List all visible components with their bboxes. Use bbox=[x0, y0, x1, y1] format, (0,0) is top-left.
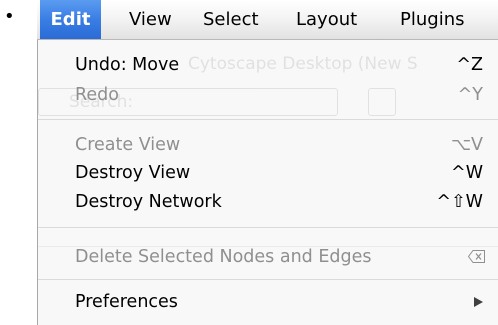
menu-item-label: Delete Selected Nodes and Edges bbox=[75, 247, 372, 267]
menu-item-shortcut: ^Z bbox=[456, 55, 483, 75]
menu-item-label: Preferences bbox=[75, 292, 178, 312]
menu-item-label: Destroy View bbox=[75, 163, 191, 183]
menu-item-label: Create View bbox=[75, 135, 181, 155]
menu-item-preferences[interactable]: Preferences bbox=[38, 289, 498, 315]
menu-plugins[interactable]: Plugins bbox=[400, 0, 464, 39]
menu-separator bbox=[38, 119, 498, 120]
menu-item-label: Destroy Network bbox=[75, 192, 222, 212]
menu-item-shortcut: ^W bbox=[451, 163, 483, 183]
menu-layout[interactable]: Layout bbox=[296, 0, 357, 39]
menu-item-label: Redo bbox=[75, 85, 119, 105]
menu-item-shortcut: ^⇧W bbox=[436, 192, 483, 212]
menu-edit[interactable]: Edit bbox=[40, 0, 101, 39]
menu-item-redo: Redo ^Y bbox=[38, 82, 498, 108]
menu-item-shortcut: ⌥V bbox=[450, 135, 483, 155]
menu-item-shortcut: ^Y bbox=[457, 85, 483, 105]
menu-bar: Edit View Select Layout Plugins bbox=[37, 0, 498, 40]
menu-separator bbox=[38, 279, 498, 280]
menu-view[interactable]: View bbox=[129, 0, 172, 39]
menu-item-create-view: Create View ⌥V bbox=[38, 132, 498, 158]
bullet-point: • bbox=[4, 6, 15, 27]
menu-separator bbox=[38, 227, 498, 228]
menu-item-destroy-network[interactable]: Destroy Network ^⇧W bbox=[38, 189, 498, 215]
delete-key-icon bbox=[468, 250, 485, 263]
edit-menu-dropdown: Cytoscape Desktop (New S Search: Undo: M… bbox=[37, 40, 498, 325]
menu-item-undo[interactable]: Undo: Move ^Z bbox=[38, 52, 498, 78]
menu-item-destroy-view[interactable]: Destroy View ^W bbox=[38, 160, 498, 186]
menu-select[interactable]: Select bbox=[203, 0, 259, 39]
screenshot-stage: • Edit View Select Layout Plugins Cytosc… bbox=[0, 0, 498, 325]
menu-item-label: Undo: Move bbox=[75, 55, 180, 75]
menu-item-delete-selected: Delete Selected Nodes and Edges bbox=[38, 244, 498, 270]
submenu-arrow-icon bbox=[474, 297, 483, 307]
